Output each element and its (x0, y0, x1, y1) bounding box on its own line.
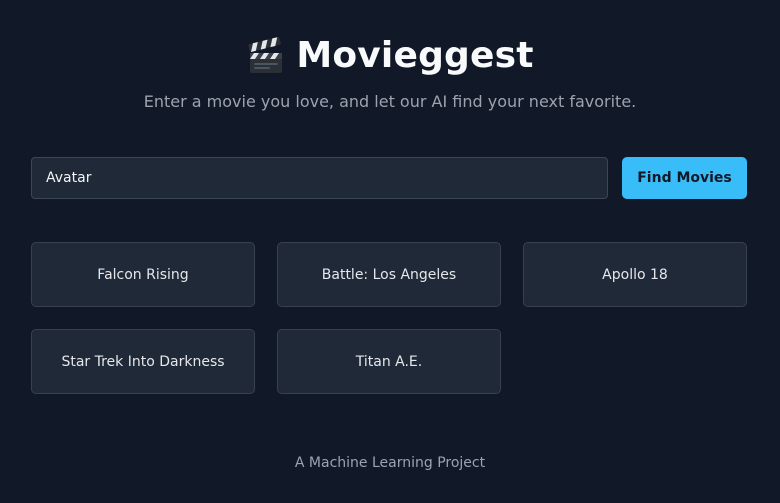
page-subtitle: Enter a movie you love, and let our AI f… (143, 92, 637, 111)
movie-card[interactable]: Falcon Rising (31, 242, 255, 307)
movie-card[interactable]: Battle: Los Angeles (277, 242, 501, 307)
find-movies-button[interactable]: Find Movies (622, 157, 747, 199)
movie-search-input[interactable] (31, 157, 608, 199)
movie-card[interactable]: Titan A.E. (277, 329, 501, 394)
footer-text: A Machine Learning Project (294, 455, 486, 471)
app-header: Movieggest Enter a movie you love, and l… (0, 34, 780, 112)
page-title: Movieggest (246, 34, 533, 78)
recommendations-grid: Falcon Rising Battle: Los Angeles Apollo… (31, 242, 747, 394)
search-bar: Find Movies (31, 157, 747, 199)
movie-card[interactable]: Star Trek Into Darkness (31, 329, 255, 394)
clapperboard-icon (246, 36, 286, 76)
app-title-text: Movieggest (296, 35, 534, 76)
movie-card[interactable]: Apollo 18 (523, 242, 747, 307)
